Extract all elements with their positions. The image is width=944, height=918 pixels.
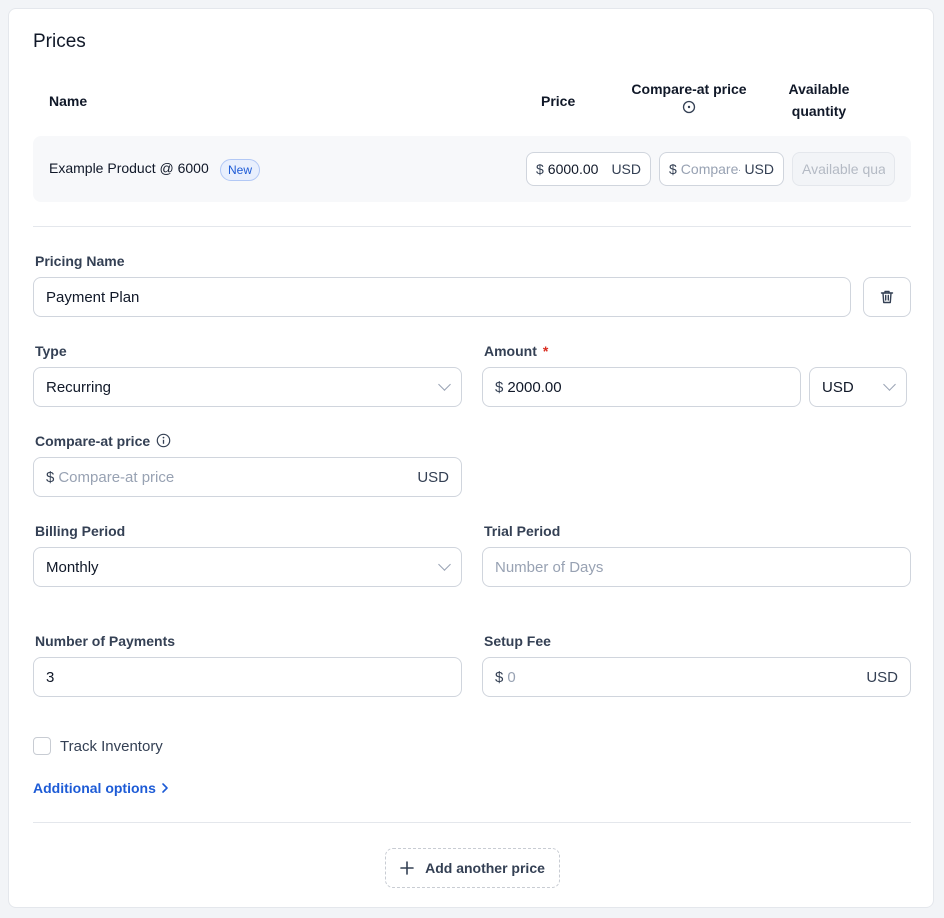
chevron-down-icon	[438, 558, 451, 571]
new-badge: New	[220, 159, 261, 181]
prices-card: Prices Name Price Compare-at price Avail…	[8, 8, 934, 908]
required-mark: *	[542, 343, 549, 359]
chevron-down-icon	[883, 378, 896, 391]
track-inventory-label: Track Inventory	[60, 737, 163, 755]
type-value: Recurring	[46, 378, 112, 396]
pricing-name-value: Payment Plan	[46, 288, 140, 306]
setup-fee-label: Setup Fee	[484, 633, 551, 649]
amount-label: Amount *	[484, 343, 548, 359]
amount-currency-value: USD	[822, 378, 854, 396]
trial-period-placeholder: Number of Days	[495, 558, 604, 576]
number-of-payments-value: 3	[46, 668, 55, 686]
currency-prefix: $	[669, 161, 677, 177]
currency-prefix: $	[495, 668, 504, 686]
row-available-quantity-placeholder: Available quantity	[802, 161, 885, 177]
type-select[interactable]: Recurring	[33, 367, 462, 407]
compare-at-price-input[interactable]: $ Compare-at price USD	[33, 457, 462, 497]
column-header-available-line2: quantity	[791, 103, 847, 119]
amount-label-text: Amount	[484, 343, 537, 359]
setup-fee-placeholder: 0	[507, 668, 516, 686]
compare-at-price-label: Compare-at price	[35, 433, 171, 451]
track-inventory-checkbox[interactable]	[33, 737, 51, 755]
column-header-available-line1: Available	[788, 81, 850, 97]
amount-input[interactable]: $ 2000.00	[482, 367, 801, 407]
row-price-value: 6000.00	[547, 161, 599, 177]
setup-fee-input[interactable]: $ 0 USD	[482, 657, 911, 697]
pricing-name-label: Pricing Name	[35, 253, 125, 269]
currency-prefix: $	[46, 468, 55, 486]
column-header-name: Name	[49, 93, 88, 109]
delete-price-button[interactable]	[863, 277, 911, 317]
currency-prefix: $	[536, 161, 544, 177]
row-price-input[interactable]: $ 6000.00 USD	[526, 152, 651, 186]
trial-period-input[interactable]: Number of Days	[482, 547, 911, 587]
chevron-down-icon	[438, 378, 451, 391]
currency-suffix: USD	[611, 161, 641, 177]
divider	[33, 226, 911, 227]
row-available-quantity-input[interactable]: Available quantity	[792, 152, 895, 186]
chevron-right-icon	[162, 783, 168, 793]
currency-suffix: USD	[866, 668, 898, 686]
number-of-payments-input[interactable]: 3	[33, 657, 462, 697]
type-label: Type	[35, 343, 67, 359]
product-name: Example Product @ 6000	[49, 160, 209, 176]
pricing-name-input[interactable]: Payment Plan	[33, 277, 851, 317]
trial-period-label: Trial Period	[484, 523, 561, 539]
column-header-available-quantity: Available quantity	[781, 78, 857, 122]
row-compare-at-placeholder: Compare-at price	[680, 161, 741, 177]
track-inventory-row[interactable]: Track Inventory	[33, 737, 163, 755]
amount-currency-select[interactable]: USD	[809, 367, 907, 407]
plus-icon	[400, 861, 414, 875]
info-icon[interactable]	[156, 433, 171, 451]
section-title: Prices	[33, 31, 86, 52]
number-of-payments-label: Number of Payments	[35, 633, 176, 649]
add-another-price-button[interactable]: Add another price	[385, 848, 560, 888]
compare-at-price-placeholder: Compare-at price	[58, 468, 175, 486]
info-icon[interactable]	[627, 100, 751, 114]
additional-options-label: Additional options	[33, 780, 156, 796]
billing-period-select[interactable]: Monthly	[33, 547, 462, 587]
currency-suffix: USD	[417, 468, 449, 486]
billing-period-value: Monthly	[46, 558, 99, 576]
add-another-price-label: Add another price	[425, 860, 545, 876]
column-header-compare-at-label: Compare-at price	[631, 81, 747, 97]
divider	[33, 822, 911, 823]
currency-prefix: $	[495, 378, 504, 396]
additional-options-link[interactable]: Additional options	[33, 780, 170, 796]
column-header-price: Price	[541, 93, 576, 109]
column-header-compare-at: Compare-at price	[627, 78, 751, 114]
billing-period-label: Billing Period	[35, 523, 126, 539]
currency-suffix: USD	[744, 161, 774, 177]
trash-icon	[880, 290, 894, 304]
row-compare-at-input[interactable]: $ Compare-at price USD	[659, 152, 784, 186]
amount-value: 2000.00	[507, 378, 562, 396]
compare-at-price-label-text: Compare-at price	[35, 433, 151, 449]
